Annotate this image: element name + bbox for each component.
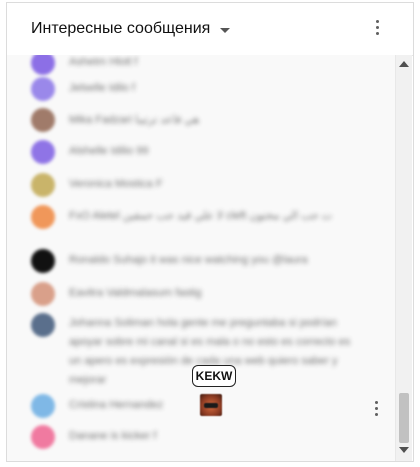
message-line: Ronaldo Suhajo it was nice watching you …	[69, 254, 308, 266]
avatar	[31, 55, 55, 75]
message-author: Eavitra Valdmalasum	[69, 287, 173, 299]
message-line: FxO Aletel لا علي قيد حب حمقين cleft ت ح…	[69, 207, 359, 226]
message-text: لا علي قيد حب حمقين cleft ت حب الي مختون	[122, 210, 333, 222]
message-author: Mika Fadzari	[69, 114, 132, 126]
message-text: it was nice watching you @laura	[150, 254, 308, 266]
avatar	[31, 282, 55, 306]
avatar	[31, 173, 55, 197]
scrollbar-thumb[interactable]	[399, 393, 409, 443]
message-line: Eavitra Valdmalasum fastig	[69, 287, 201, 299]
message-author: Cristina Hernandez	[69, 399, 164, 411]
more-vert-icon[interactable]	[372, 20, 382, 40]
message-list: Ashetm Hlotl f Jelselle Idilo f Mika Fad…	[7, 55, 395, 461]
message-line: Cristina Hernandez	[69, 399, 163, 411]
message-line: Danane is kicker f	[69, 430, 156, 442]
kekw-emote-icon[interactable]	[200, 394, 222, 416]
message-author: Johanna Soliman	[69, 317, 155, 329]
message-line: Ashetm Hlotl f	[69, 56, 137, 68]
avatar	[31, 313, 55, 337]
avatar	[31, 425, 55, 449]
caret-down-icon[interactable]	[220, 28, 230, 33]
message-author: Veronica Mostica	[69, 178, 153, 190]
message-text: f	[131, 82, 136, 94]
avatar	[31, 140, 55, 164]
scroll-up-icon[interactable]	[399, 61, 409, 67]
message-text: fastig	[175, 287, 202, 299]
panel-title[interactable]: Интересные сообщения	[31, 20, 210, 38]
message-author: FxO Aletel	[69, 210, 120, 222]
message-text: F	[155, 178, 163, 190]
avatar	[31, 394, 55, 418]
scroll-down-icon[interactable]	[399, 447, 409, 453]
emote-tooltip: KEKW	[192, 365, 236, 387]
message-text: هي قاعد ترتيبا	[135, 114, 200, 126]
avatar	[31, 108, 55, 132]
message-author: Danane is kicker	[69, 430, 151, 442]
highlighted-messages-panel: Интересные сообщения Ashetm Hlotl f Jels…	[6, 2, 414, 462]
avatar	[31, 77, 55, 101]
more-vert-icon[interactable]	[371, 401, 381, 421]
message-author: Alshelle Idilio	[69, 145, 134, 157]
message-author: Ashetm Hlotl	[69, 56, 132, 68]
message-line: Alshelle Idilio 99	[69, 145, 149, 157]
scrollbar[interactable]	[395, 55, 412, 461]
message-line: Mika Fadzari هي قاعد ترتيبا	[69, 113, 199, 126]
message-text: f	[153, 430, 157, 442]
message-author: Ronaldo Suhajo	[69, 254, 148, 266]
message-line: Jelselle Idilo f	[69, 82, 135, 94]
message-text: f	[134, 56, 138, 68]
message-author: Jelselle Idilo	[69, 82, 129, 94]
message-line: Veronica Mostica F	[69, 178, 163, 190]
panel-header: Интересные сообщения	[7, 3, 413, 56]
avatar	[31, 249, 55, 273]
message-text: 99	[136, 145, 149, 157]
avatar	[31, 205, 55, 229]
